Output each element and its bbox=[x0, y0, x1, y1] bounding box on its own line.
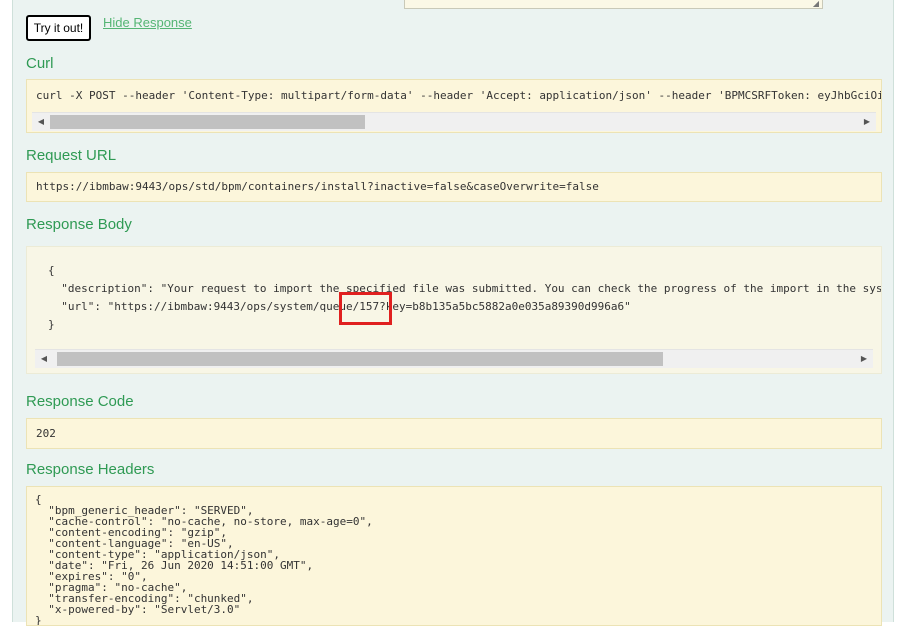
curl-command: curl -X POST --header 'Content-Type: mul… bbox=[36, 89, 882, 102]
response-code-box: 202 bbox=[26, 418, 882, 449]
scroll-right-icon[interactable]: ▶ bbox=[855, 350, 873, 368]
response-body-scrollbar[interactable]: ◀ ▶ bbox=[35, 349, 873, 368]
scroll-left-icon[interactable]: ◀ bbox=[32, 113, 50, 131]
curl-box: curl -X POST --header 'Content-Type: mul… bbox=[26, 79, 882, 133]
response-code-heading: Response Code bbox=[26, 393, 134, 410]
curl-scrollbar[interactable]: ◀ ▶ bbox=[32, 112, 876, 131]
response-body-heading: Response Body bbox=[26, 216, 132, 233]
curl-scroll-thumb[interactable] bbox=[50, 115, 365, 129]
response-headers-line: } bbox=[35, 614, 42, 626]
response-headers-heading: Response Headers bbox=[26, 461, 155, 478]
response-body-line: } bbox=[48, 318, 55, 331]
scroll-right-icon[interactable]: ▶ bbox=[858, 113, 876, 131]
response-body-line: "description": "Your request to import t… bbox=[48, 282, 882, 295]
curl-heading: Curl bbox=[26, 55, 54, 72]
try-it-out-button[interactable]: Try it out! bbox=[26, 15, 91, 41]
request-url-heading: Request URL bbox=[26, 147, 117, 164]
response-body-scroll-thumb[interactable] bbox=[57, 352, 663, 366]
request-url-value: https://ibmbaw:9443/ops/std/bpm/containe… bbox=[36, 180, 599, 193]
response-headers-box: { "bpm_generic_header": "SERVED", "cache… bbox=[26, 486, 882, 626]
response-body-box: { "description": "Your request to import… bbox=[26, 246, 882, 374]
request-url-box: https://ibmbaw:9443/ops/std/bpm/containe… bbox=[26, 172, 882, 202]
queue-id-highlight-box bbox=[339, 292, 392, 325]
response-code-value: 202 bbox=[36, 427, 56, 440]
response-body-line: { bbox=[48, 264, 55, 277]
hide-response-link[interactable]: Hide Response bbox=[103, 15, 192, 30]
parameter-textarea[interactable]: ◢ bbox=[404, 0, 823, 9]
resize-grip-icon[interactable]: ◢ bbox=[813, 0, 819, 8]
response-headers-line: "x-powered-by": "Servlet/3.0" bbox=[35, 603, 241, 616]
scroll-left-icon[interactable]: ◀ bbox=[35, 350, 53, 368]
